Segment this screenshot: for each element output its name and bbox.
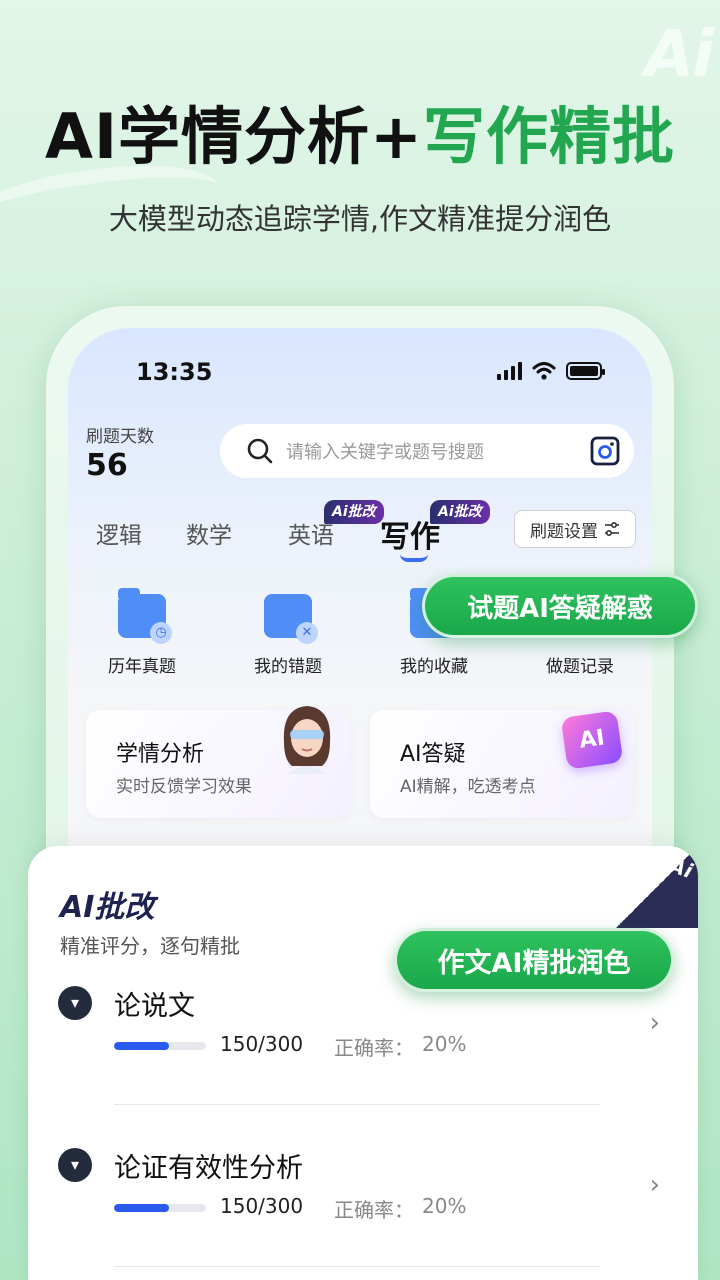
quick-wrong-questions[interactable]: ✕ 我的错题 [228, 594, 348, 677]
quick-favorites-label: 我的收藏 [400, 657, 468, 677]
ai-qa-card[interactable]: AI答疑 AI精解，吃透考点 AI [370, 710, 634, 818]
chevron-right-icon[interactable]: › [650, 1170, 660, 1200]
folder-clock-icon: ◷ [118, 588, 172, 644]
chevron-down-icon[interactable]: ▾ [58, 1148, 92, 1182]
status-time: 13:35 [136, 358, 213, 386]
headline-black-text: AI学情分析+ [44, 100, 423, 173]
quick-past-exams[interactable]: ◷ 历年真题 [82, 588, 202, 677]
accuracy-value: 20% [422, 1194, 467, 1218]
tab-logic[interactable]: 逻辑 [96, 516, 142, 550]
ai-grading-card: Ai AI批改 精准评分，逐句精批 ▾ 论说文 150/300 正确率： 20%… [28, 846, 698, 1280]
search-icon [247, 438, 273, 464]
row-divider [114, 1104, 600, 1105]
avatar-girl-icon [283, 706, 331, 774]
question-count: 150/300 [220, 1194, 304, 1218]
wifi-icon [532, 362, 556, 380]
quick-past-exams-label: 历年真题 [108, 657, 176, 677]
ai-cube-icon: AI [560, 710, 624, 770]
ai-watermark-logo: Ai [644, 18, 714, 92]
ai-grading-subtitle: 精准评分，逐句精批 [60, 934, 240, 958]
promo-headline: AI学情分析+写作精批 [0, 86, 720, 176]
streak-days-value: 56 [86, 448, 128, 483]
list-item-argumentative-essay[interactable]: ▾ 论说文 150/300 正确率： 20% › [28, 986, 698, 1126]
progress-fill [114, 1042, 170, 1050]
sliders-icon [605, 522, 619, 536]
callout-essay-grading: 作文AI精批润色 [394, 928, 674, 992]
essay-type-title: 论说文 [114, 991, 195, 1022]
tab-math[interactable]: 数学 [186, 516, 232, 550]
search-input[interactable]: 请输入关键字或题号搜题 [286, 438, 590, 464]
ai-qa-subtitle: AI精解，吃透考点 [400, 777, 536, 797]
battery-icon [566, 362, 605, 380]
status-icons [497, 362, 605, 380]
progress-bar [114, 1204, 206, 1212]
ai-grading-title: AI批改 [60, 890, 155, 925]
learning-analysis-subtitle: 实时反馈学习效果 [116, 777, 252, 797]
essay-type-title: 论证有效性分析 [114, 1153, 303, 1184]
camera-scan-icon[interactable] [590, 436, 620, 466]
progress-fill [114, 1204, 170, 1212]
ai-qa-title: AI答疑 [400, 742, 466, 767]
file-error-icon: ✕ [264, 594, 318, 644]
cellular-signal-icon [497, 362, 522, 380]
quick-history-label: 做题记录 [546, 657, 614, 677]
quiz-settings-button[interactable]: 刷题设置 [514, 510, 636, 548]
writing-ai-grading-badge: Ai批改 [430, 500, 490, 524]
english-ai-grading-badge: Ai批改 [324, 500, 384, 524]
active-tab-indicator [400, 554, 428, 562]
quick-wrong-questions-label: 我的错题 [254, 657, 322, 677]
accuracy-label: 正确率： [334, 1198, 414, 1222]
chevron-down-icon[interactable]: ▾ [58, 986, 92, 1020]
callout-ai-qa: 试题AI答疑解惑 [422, 574, 698, 638]
search-bar[interactable]: 请输入关键字或题号搜题 [220, 424, 634, 478]
chevron-right-icon[interactable]: › [650, 1008, 660, 1038]
learning-analysis-title: 学情分析 [116, 742, 205, 767]
ai-corner-badge: Ai [616, 846, 698, 928]
headline-green-text: 写作精批 [423, 100, 676, 173]
row-divider [114, 1266, 600, 1267]
progress-bar [114, 1042, 206, 1050]
question-count: 150/300 [220, 1032, 304, 1056]
ai-corner-badge-text: Ai [666, 852, 696, 884]
streak-days-label: 刷题天数 [86, 427, 154, 447]
quiz-settings-label: 刷题设置 [530, 521, 598, 542]
promo-subline: 大模型动态追踪学情,作文精准提分润色 [108, 202, 612, 236]
list-item-argument-validity[interactable]: ▾ 论证有效性分析 150/300 正确率： 20% › [28, 1148, 698, 1280]
accuracy-value: 20% [422, 1032, 467, 1056]
accuracy-label: 正确率： [334, 1036, 414, 1060]
learning-analysis-card[interactable]: 学情分析 实时反馈学习效果 [86, 706, 350, 818]
